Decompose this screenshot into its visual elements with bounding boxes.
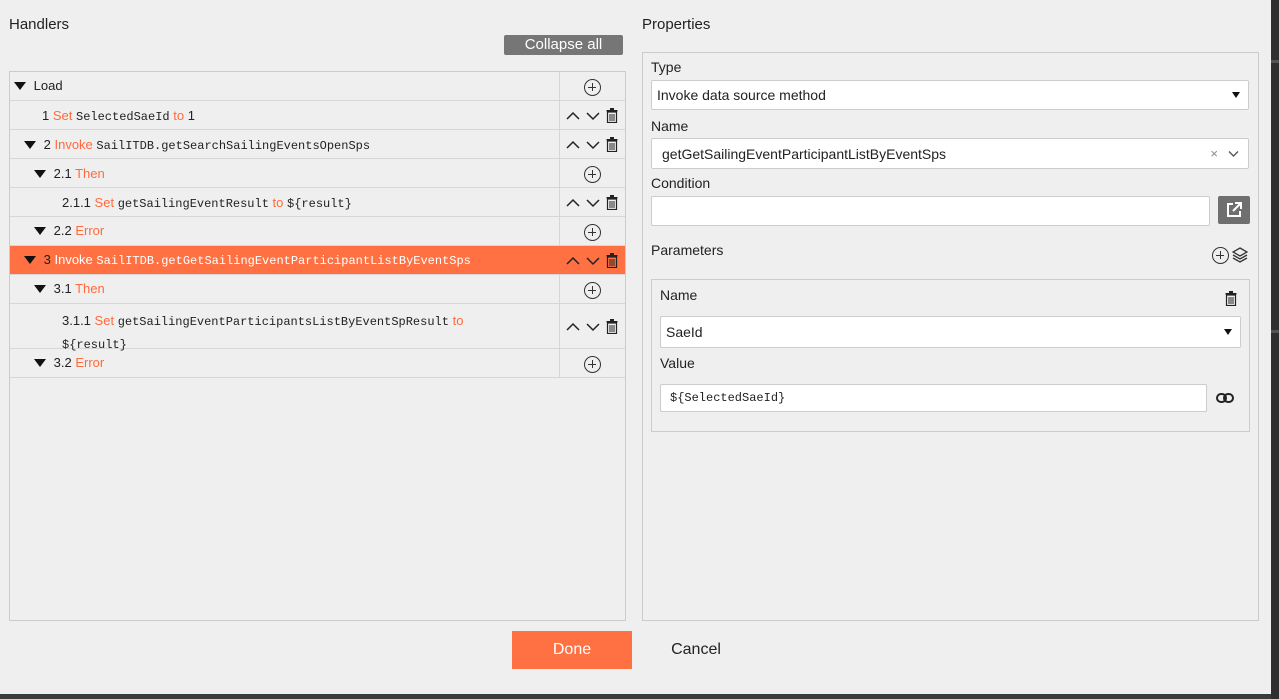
row-number: 3.1.1 [62,313,91,328]
row-target: SelectedSaeId [76,110,170,124]
link-icon[interactable] [1216,392,1234,404]
row-keyword: Set [52,108,73,123]
add-circle-icon[interactable] [584,356,601,373]
row-number: 2.2 [53,223,72,238]
condition-label: Condition [651,175,711,191]
type-select-value: Invoke data source method [657,87,826,103]
tree-row-2[interactable]: 2 Invoke SailITDB.getSearchSailingEvents… [10,130,625,159]
triangle-down-icon[interactable] [34,285,46,293]
row-keyword-to: to [452,313,464,328]
param-name-select[interactable]: SaeId [660,316,1241,348]
param-value-input[interactable]: ${SelectedSaeId} [660,384,1207,412]
background-edge [1271,0,1279,699]
chevron-down-icon[interactable] [1228,150,1239,158]
caret-down-icon [1232,92,1240,98]
param-name-label: Name [660,287,698,303]
chevron-up-icon[interactable] [566,111,580,121]
tree-row-3[interactable]: 3 Invoke SailITDB.getGetSailingEventPart… [10,246,625,275]
chevron-down-icon[interactable] [586,198,600,208]
add-circle-icon[interactable] [584,79,601,96]
row-target: getSailingEventResult [117,197,269,211]
name-combobox[interactable]: getGetSailingEventParticipantListByEvent… [651,138,1249,169]
row-keyword: Then [75,281,105,296]
row-keyword: Set [94,195,115,210]
properties-title: Properties [642,16,711,33]
open-expression-button[interactable] [1218,196,1250,224]
trash-icon[interactable] [606,195,618,210]
trash-icon[interactable] [606,253,618,268]
handlers-dialog: Handlers Collapse all Load 1 Set Selecte… [0,0,1271,694]
type-select[interactable]: Invoke data source method [651,80,1249,110]
done-button[interactable]: Done [512,631,632,669]
triangle-down-icon[interactable] [24,256,36,264]
triangle-down-icon[interactable] [24,141,36,149]
layers-icon[interactable] [1232,247,1248,263]
triangle-down-icon[interactable] [34,227,46,235]
row-keyword-to: to [272,195,284,210]
param-value-label: Value [660,355,695,371]
tree-row-1[interactable]: 1 Set SelectedSaeId to 1 [10,101,625,130]
trash-icon[interactable] [1225,291,1237,306]
tree-row-3-1-1[interactable]: 3.1.1 Set getSailingEventParticipantsLis… [10,304,625,352]
row-value: 1 [187,108,195,123]
handlers-tree: Load 1 Set SelectedSaeId to 1 2 Invoke S… [9,71,626,621]
row-number: 3 [43,252,51,267]
trash-icon[interactable] [606,319,618,334]
row-keyword: Invoke [54,252,93,267]
add-circle-icon[interactable] [584,166,601,183]
condition-input[interactable] [651,196,1210,226]
row-target: SailITDB.getSearchSailingEventsOpenSps [96,139,371,153]
name-combobox-value: getGetSailingEventParticipantListByEvent… [662,145,947,162]
tree-row-3-1[interactable]: 3.1 Then [10,275,625,304]
tree-row-3-2[interactable]: 3.2 Error [10,349,625,378]
chevron-up-icon[interactable] [566,198,580,208]
triangle-down-icon[interactable] [34,170,46,178]
caret-down-icon [1224,329,1232,335]
row-number: 3.1 [53,281,72,296]
tree-row-2-2[interactable]: 2.2 Error [10,217,625,246]
type-label: Type [651,59,682,75]
external-link-icon [1227,202,1242,217]
row-keyword: Invoke [54,137,93,152]
triangle-down-icon[interactable] [14,82,26,90]
row-keyword: Then [75,166,105,181]
row-number: 3.2 [53,355,72,370]
add-circle-icon[interactable] [584,282,601,299]
row-number: 2.1 [53,166,72,181]
name-label: Name [651,118,689,134]
row-keyword-to: to [173,108,185,123]
triangle-down-icon[interactable] [34,359,46,367]
chevron-down-icon[interactable] [586,322,600,332]
trash-icon[interactable] [606,137,618,152]
chevron-down-icon[interactable] [586,140,600,150]
tree-row-2-1-1[interactable]: 2.1.1 Set getSailingEventResult to ${res… [10,188,625,217]
row-number: 1 [42,108,50,123]
row-keyword: Error [75,223,105,238]
row-target: getSailingEventParticipantsListByEventSp… [117,315,449,329]
parameters-label: Parameters [651,242,724,258]
cancel-button[interactable]: Cancel [650,631,742,669]
chevron-up-icon[interactable] [566,256,580,266]
chevron-up-icon[interactable] [566,140,580,150]
add-circle-icon[interactable] [1212,247,1229,264]
row-target: SailITDB.getGetSailingEventParticipantLi… [96,254,471,268]
trash-icon[interactable] [606,108,618,123]
param-name-select-value: SaeId [666,324,703,340]
chevron-down-icon[interactable] [586,256,600,266]
handlers-title: Handlers [9,16,70,33]
row-label: Load [33,78,63,93]
clear-icon[interactable]: × [1210,146,1218,161]
tree-row-load[interactable]: Load [10,72,625,101]
row-keyword: Set [94,313,115,328]
row-keyword: Error [75,355,105,370]
chevron-down-icon[interactable] [586,111,600,121]
collapse-all-button[interactable]: Collapse all [504,35,623,55]
row-number: 2.1.1 [62,195,91,210]
row-number: 2 [43,137,51,152]
chevron-up-icon[interactable] [566,322,580,332]
tree-row-2-1[interactable]: 2.1 Then [10,159,625,188]
add-circle-icon[interactable] [584,224,601,241]
param-value-input-value: ${SelectedSaeId} [670,391,786,405]
row-value: ${result} [287,197,352,211]
